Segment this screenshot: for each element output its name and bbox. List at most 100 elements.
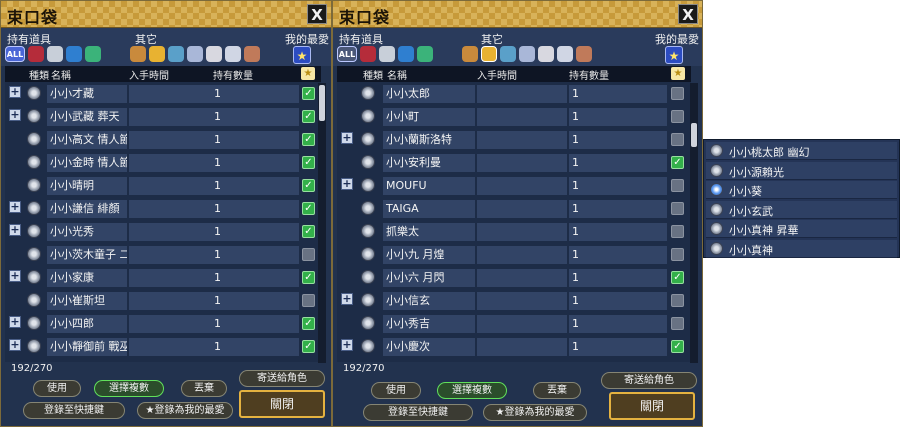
register-shortcut-button[interactable]: 登錄至快捷鍵 bbox=[23, 402, 125, 419]
favorite-star-icon[interactable]: ★ bbox=[293, 46, 311, 64]
use-button[interactable]: 使用 bbox=[371, 382, 421, 399]
table-row[interactable]: 小小崔斯坦 1 bbox=[5, 290, 321, 312]
scrollbar[interactable] bbox=[318, 83, 326, 363]
accessory-category-icon[interactable] bbox=[398, 46, 414, 62]
sword-category-icon[interactable] bbox=[538, 46, 554, 62]
favorite-checkbox[interactable] bbox=[671, 87, 684, 100]
expand-plus-icon[interactable]: + bbox=[9, 316, 21, 328]
favorite-checkbox[interactable] bbox=[671, 225, 684, 238]
discard-button[interactable]: 丟棄 bbox=[533, 382, 581, 399]
table-row[interactable]: 小小九 月煌 1 bbox=[337, 244, 691, 266]
scrollbar-thumb[interactable] bbox=[691, 123, 697, 147]
table-row[interactable]: + 小小謙信 緋顏 1 ✓ bbox=[5, 198, 321, 220]
close-button[interactable]: 關閉 bbox=[239, 390, 325, 418]
send-to-character-button[interactable]: 寄送給角色 bbox=[601, 372, 697, 389]
favorite-checkbox[interactable] bbox=[671, 317, 684, 330]
register-favorite-button[interactable]: ★登錄為我的最愛 bbox=[137, 402, 233, 419]
table-row[interactable]: + 小小武藏 葬天 1 ✓ bbox=[5, 106, 321, 128]
favorite-checkbox[interactable]: ✓ bbox=[302, 156, 315, 169]
accessory-category-icon[interactable] bbox=[66, 46, 82, 62]
favorite-checkbox[interactable]: ✓ bbox=[302, 271, 315, 284]
favorite-checkbox[interactable] bbox=[671, 294, 684, 307]
table-row[interactable]: + 小小才藏 1 ✓ bbox=[5, 83, 321, 105]
favorite-star-icon[interactable]: ★ bbox=[665, 46, 683, 64]
face-category-icon[interactable] bbox=[149, 46, 165, 62]
gear-category-icon[interactable] bbox=[168, 46, 184, 62]
tab-other[interactable]: 其它 bbox=[135, 31, 157, 47]
tab-owned-items[interactable]: 持有道具 bbox=[7, 31, 51, 47]
popup-list-item[interactable]: 小小玄武 bbox=[706, 200, 897, 219]
potion-category-icon[interactable] bbox=[519, 46, 535, 62]
title-bar[interactable]: 束口袋 X bbox=[333, 1, 702, 28]
table-row[interactable]: 小小高文 情人節 1 ✓ bbox=[5, 129, 321, 151]
table-row[interactable]: 小小晴明 1 ✓ bbox=[5, 175, 321, 197]
favorite-checkbox[interactable] bbox=[302, 248, 315, 261]
table-row[interactable]: TAIGA 1 bbox=[337, 198, 691, 220]
scrollbar-thumb[interactable] bbox=[319, 85, 325, 121]
expand-plus-icon[interactable]: + bbox=[9, 201, 21, 213]
favorite-checkbox[interactable]: ✓ bbox=[302, 202, 315, 215]
food-category-icon[interactable] bbox=[130, 46, 146, 62]
favorite-checkbox[interactable] bbox=[671, 110, 684, 123]
gear-category-icon[interactable] bbox=[500, 46, 516, 62]
table-row[interactable]: 小小安利曼 1 ✓ bbox=[337, 152, 691, 174]
table-row[interactable]: 小小秀吉 1 bbox=[337, 313, 691, 335]
table-row[interactable]: 小小町 1 bbox=[337, 106, 691, 128]
favorite-checkbox[interactable]: ✓ bbox=[671, 340, 684, 353]
expand-plus-icon[interactable]: + bbox=[9, 109, 21, 121]
favorite-checkbox[interactable]: ✓ bbox=[302, 179, 315, 192]
table-row[interactable]: 抓樂太 1 bbox=[337, 221, 691, 243]
favorite-checkbox[interactable]: ✓ bbox=[302, 317, 315, 330]
register-shortcut-button[interactable]: 登錄至快捷鍵 bbox=[363, 404, 473, 421]
table-row[interactable]: + 小小四郎 1 ✓ bbox=[5, 313, 321, 335]
popup-list-item[interactable]: 小小真神 昇華 bbox=[706, 220, 897, 238]
material-category-icon[interactable] bbox=[85, 46, 101, 62]
select-multiple-button[interactable]: 選擇複數 bbox=[437, 382, 507, 399]
table-row[interactable]: 小小金時 情人節 1 ✓ bbox=[5, 152, 321, 174]
all-category-icon[interactable]: ALL bbox=[337, 46, 357, 62]
select-multiple-button[interactable]: 選擇複數 bbox=[94, 380, 164, 397]
scroll-category-icon[interactable] bbox=[557, 46, 573, 62]
food-category-icon[interactable] bbox=[462, 46, 478, 62]
favorite-checkbox[interactable] bbox=[671, 179, 684, 192]
favorite-checkbox[interactable] bbox=[302, 294, 315, 307]
face-category-icon[interactable] bbox=[481, 46, 497, 62]
favorite-checkbox[interactable]: ✓ bbox=[302, 225, 315, 238]
potion-category-icon[interactable] bbox=[187, 46, 203, 62]
expand-plus-icon[interactable]: + bbox=[9, 224, 21, 236]
favorite-checkbox[interactable]: ✓ bbox=[302, 133, 315, 146]
tab-favorite[interactable]: 我的最愛 bbox=[285, 31, 329, 47]
table-row[interactable]: 小小六 月閃 1 ✓ bbox=[337, 267, 691, 289]
misc-category-icon[interactable] bbox=[576, 46, 592, 62]
favorite-checkbox[interactable]: ✓ bbox=[671, 271, 684, 284]
title-bar[interactable]: 束口袋 X bbox=[1, 1, 331, 28]
sword-category-icon[interactable] bbox=[206, 46, 222, 62]
armor-category-icon[interactable] bbox=[47, 46, 63, 62]
discard-button[interactable]: 丟棄 bbox=[181, 380, 227, 397]
table-row[interactable]: + 小小慶次 1 ✓ bbox=[337, 336, 691, 358]
table-row[interactable]: + 小小蘭斯洛特 1 bbox=[337, 129, 691, 151]
table-row[interactable]: + 小小信玄 1 bbox=[337, 290, 691, 312]
tab-owned-items[interactable]: 持有道具 bbox=[339, 31, 383, 47]
close-button[interactable]: 關閉 bbox=[609, 392, 695, 420]
expand-plus-icon[interactable]: + bbox=[9, 86, 21, 98]
popup-list-item[interactable]: 小小葵 bbox=[706, 181, 897, 199]
favorite-checkbox[interactable]: ✓ bbox=[671, 156, 684, 169]
expand-plus-icon[interactable]: + bbox=[341, 132, 353, 144]
all-category-icon[interactable]: ALL bbox=[5, 46, 25, 62]
favorite-checkbox[interactable] bbox=[671, 133, 684, 146]
favorite-checkbox[interactable]: ✓ bbox=[302, 87, 315, 100]
close-icon[interactable]: X bbox=[678, 4, 698, 24]
favorite-checkbox[interactable]: ✓ bbox=[302, 340, 315, 353]
expand-plus-icon[interactable]: + bbox=[341, 339, 353, 351]
popup-list-item[interactable]: 小小真神 bbox=[706, 239, 897, 258]
tab-favorite[interactable]: 我的最愛 bbox=[655, 31, 699, 47]
close-icon[interactable]: X bbox=[307, 4, 327, 24]
table-row[interactable]: + 小小靜御前 戰巫女 1✓ bbox=[5, 336, 321, 358]
popup-list-item[interactable]: 小小桃太郎 幽幻 bbox=[706, 142, 897, 160]
material-category-icon[interactable] bbox=[417, 46, 433, 62]
weapon-category-icon[interactable] bbox=[360, 46, 376, 62]
expand-plus-icon[interactable]: + bbox=[341, 293, 353, 305]
table-row[interactable]: + 小小家康 1 ✓ bbox=[5, 267, 321, 289]
weapon-category-icon[interactable] bbox=[28, 46, 44, 62]
